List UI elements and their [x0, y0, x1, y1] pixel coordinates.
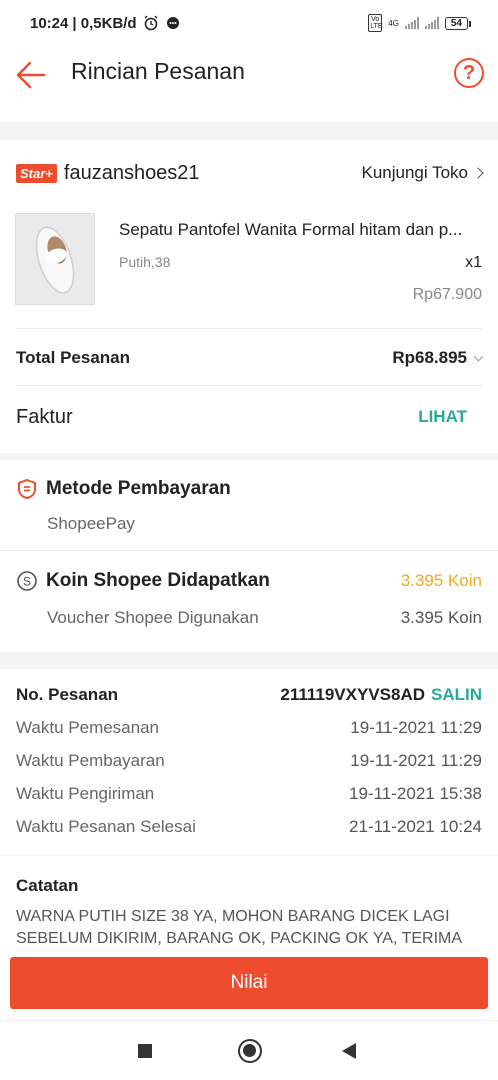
order-info-section: No. Pesanan 211119VXYVS8AD SALIN Waktu P…	[0, 669, 498, 855]
divider	[0, 550, 498, 551]
payment-time-value: 19-11-2021 11:29	[350, 751, 482, 770]
rate-button[interactable]: Nilai	[10, 957, 488, 1009]
product-variant: Putih,38	[119, 254, 171, 270]
product-name[interactable]: Sepatu Pantofel Wanita Formal hitam dan …	[119, 220, 482, 240]
home-icon[interactable]	[238, 1039, 262, 1063]
payment-method-value: ShopeePay	[47, 514, 135, 533]
status-time: 10:24	[30, 14, 69, 32]
bottom-action-bar: Nilai	[0, 950, 498, 1020]
notes-text: WARNA PUTIH SIZE 38 YA, MOHON BARANG DIC…	[16, 908, 463, 947]
invoice-row: Faktur LIHAT	[16, 402, 482, 432]
signal-icon-2	[424, 17, 439, 29]
view-invoice-button[interactable]: LIHAT	[418, 407, 467, 427]
order-time-row: Waktu Pemesanan 19-11-2021 11:29	[16, 716, 482, 740]
shipping-time-label: Waktu Pengiriman	[16, 784, 155, 803]
svg-text:S: S	[23, 575, 31, 589]
chevron-down-icon[interactable]	[473, 351, 484, 361]
divider	[16, 328, 482, 329]
back-triangle-icon[interactable]	[342, 1043, 356, 1059]
status-speed: | 0,5KB/d	[72, 14, 137, 32]
order-number-value: 211119VXYVS8AD	[280, 685, 425, 704]
signal-icon	[404, 17, 419, 29]
voucher-used-label: Voucher Shopee Digunakan	[47, 608, 259, 627]
completed-time-label: Waktu Pesanan Selesai	[16, 817, 196, 836]
network-type: 4G	[388, 18, 399, 28]
completed-time-row: Waktu Pesanan Selesai 21-11-2021 10:24	[16, 815, 482, 839]
coins-earned-value: 3.395 Koin	[400, 571, 482, 590]
voucher-used-value: 3.395 Koin	[400, 608, 482, 627]
coins-earned-title: Koin Shopee Didapatkan	[46, 570, 270, 591]
visit-shop-link[interactable]: Kunjungi Toko	[362, 163, 469, 183]
coin-icon: S	[17, 571, 37, 591]
shield-icon	[18, 478, 36, 500]
payment-method-header: Metode Pembayaran	[16, 476, 482, 502]
shoe-image	[16, 214, 94, 304]
alarm-icon	[144, 15, 158, 31]
system-nav-bar	[0, 1020, 498, 1080]
page-title: Rincian Pesanan	[71, 58, 245, 84]
payment-time-label: Waktu Pembayaran	[16, 751, 165, 770]
battery-icon: 54	[444, 16, 472, 30]
chat-notification-icon	[166, 17, 179, 29]
product-image[interactable]	[15, 213, 95, 305]
payment-method-title: Metode Pembayaran	[46, 478, 231, 499]
chevron-right-icon	[472, 167, 484, 179]
help-icon[interactable]: ?	[454, 58, 484, 88]
invoice-label: Faktur	[16, 405, 73, 428]
shop-header[interactable]: Star+ fauzanshoes21 Kunjungi Toko	[16, 158, 484, 188]
order-item-section: Star+ fauzanshoes21 Kunjungi Toko Sepatu…	[0, 140, 498, 453]
order-time-value: 19-11-2021 11:29	[350, 718, 482, 737]
copy-order-number-button[interactable]: SALIN	[431, 685, 482, 705]
scroll-content[interactable]: Star+ fauzanshoes21 Kunjungi Toko Sepatu…	[0, 104, 498, 950]
shipping-time-row: Waktu Pengiriman 19-11-2021 15:38	[16, 782, 482, 806]
order-total-value: Rp68.895	[392, 348, 467, 367]
order-time-label: Waktu Pemesanan	[16, 718, 159, 737]
app-bar: Rincian Pesanan ?	[0, 46, 498, 104]
payment-time-row: Waktu Pembayaran 19-11-2021 11:29	[16, 749, 482, 773]
shipping-time-value: 19-11-2021 15:38	[349, 784, 482, 803]
order-number-row: No. Pesanan 211119VXYVS8AD SALIN	[16, 683, 482, 707]
previous-section-remnant	[0, 104, 498, 122]
product-price: Rp67.900	[412, 286, 482, 303]
completed-time-value: 21-11-2021 10:24	[349, 817, 482, 836]
coins-earned-row: S Koin Shopee Didapatkan 3.395 Koin	[16, 568, 482, 594]
star-plus-badge: Star+	[16, 163, 57, 183]
recent-apps-icon[interactable]	[138, 1044, 152, 1058]
notes-section: Catatan WARNA PUTIH SIZE 38 YA, MOHON BA…	[0, 856, 498, 950]
back-arrow-icon[interactable]	[14, 58, 48, 92]
order-number-label: No. Pesanan	[16, 685, 119, 704]
volte-icon: Vo LTE	[368, 14, 383, 32]
status-bar: 10:24 | 0,5KB/d Vo LTE 4G 54	[0, 0, 498, 46]
divider	[16, 385, 482, 386]
order-total-row[interactable]: Total Pesanan Rp68.895	[16, 345, 484, 371]
shop-name[interactable]: fauzanshoes21	[64, 162, 200, 185]
notes-title: Catatan	[16, 876, 79, 895]
product-quantity: x1	[465, 254, 482, 271]
order-total-label: Total Pesanan	[16, 348, 130, 367]
payment-section: Metode Pembayaran ShopeePay S Koin Shope…	[0, 460, 498, 652]
